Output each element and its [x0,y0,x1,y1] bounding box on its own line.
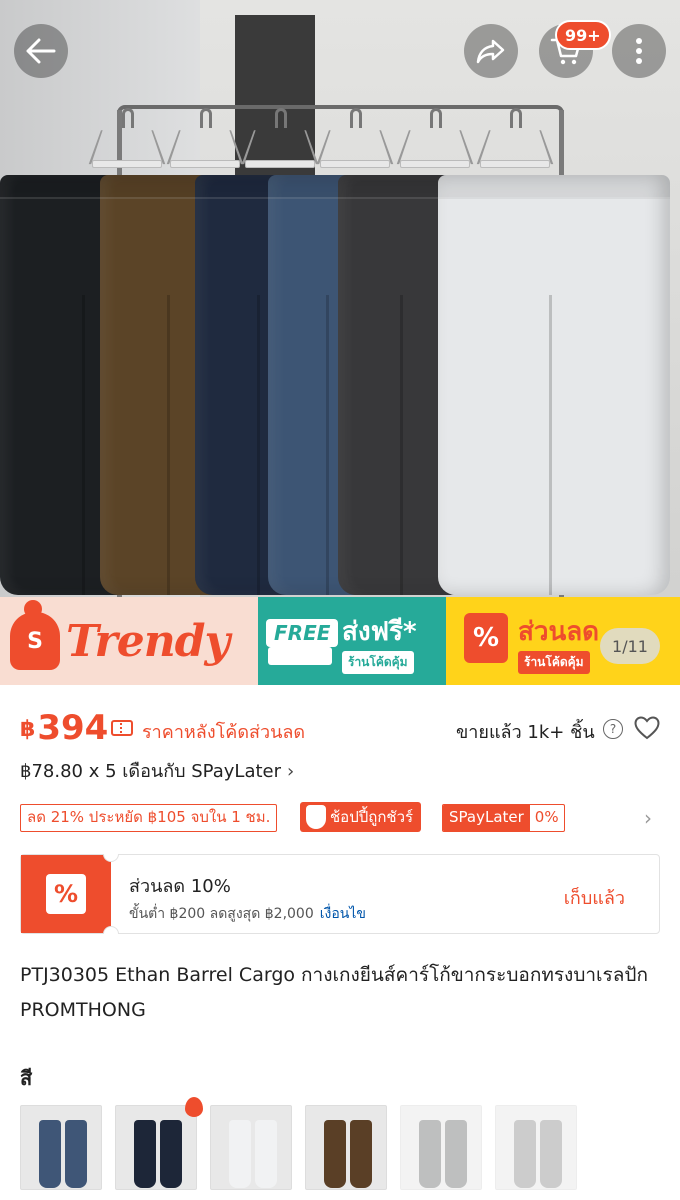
spaylater-rate: 0% [534,808,559,826]
color-swatch[interactable] [115,1105,197,1190]
swatch-jeans-leg [160,1120,182,1188]
favorite-heart-icon[interactable] [634,716,660,740]
flash-discount-tag: ลด 21% ประหยัด ฿105 จบใน 1 ชม. [20,804,278,832]
swatch-jeans-leg [419,1120,441,1188]
hanger [241,108,319,168]
color-swatch[interactable] [210,1105,292,1190]
spaylater-installment[interactable]: ฿78.80 x 5 เดือนกับ SPayLater › [20,756,294,785]
swatch-jeans-leg [324,1120,346,1188]
color-swatch [495,1105,577,1190]
voucher-title: ส่วนลด 10% [129,876,231,897]
swatch-jeans-leg [39,1120,61,1188]
spaylater-label: SPayLater [443,805,530,831]
free-shipping-title: ส่งฟรี* [342,617,417,647]
swatch-jeans-leg [255,1120,277,1188]
free-shipping-subtitle: ร้านโค้ดคุ้ม [342,651,414,674]
price-row: ฿394 ราคาหลังโค้ดส่วนลด ขายแล้ว 1k+ ชิ้น… [20,706,660,750]
voucher-terms-link[interactable]: เงื่อนไข [320,906,366,922]
color-swatch-list [20,1097,680,1190]
voucher-condition-text: ขั้นต่ำ ฿200 ลดสูงสุด ฿2,000 [129,906,314,922]
discount-shop-icon: % [464,613,508,663]
swatch-jeans-leg [350,1120,372,1188]
product-title: PTJ30305 Ethan Barrel Cargo กางเกงยีนส์ค… [20,964,648,1021]
sold-count: ขายแล้ว 1k+ ชิ้น [456,722,595,743]
voucher-claimed-button[interactable]: เก็บแล้ว [564,883,625,912]
spaylater-tag: SPayLater 0% [442,804,565,832]
voucher-icon-panel: % [21,855,111,933]
hanger [88,108,166,168]
trendy-logo: S Trendy [10,605,250,677]
installment-text: ฿78.80 x 5 เดือนกับ SPayLater [20,761,281,782]
hanger [166,108,244,168]
swatch-jeans-leg [540,1120,562,1188]
hanger [316,108,394,168]
price-amount: 394 [37,708,109,748]
color-swatch [400,1105,482,1190]
image-counter: 1/11 [600,628,660,664]
free-shipping-badge: FREE ส่งฟรี* ร้านโค้ดคุ้ม [258,597,446,685]
discount-title: ส่วนลด [518,617,600,647]
product-image-gallery[interactable]: S Trendy FREE ส่งฟรี* ร้านโค้ดคุ้ม % ส่ว… [0,0,680,685]
shop-voucher-card: % ส่วนลด 10% ขั้นต่ำ ฿200 ลดสูงสุด ฿2,00… [20,854,660,934]
color-swatch[interactable] [305,1105,387,1190]
white-jeans [438,175,670,595]
hot-flame-icon [185,1097,203,1117]
voucher-notch [103,926,119,934]
shopee-bag-icon: S [10,612,60,670]
swatch-jeans-leg [445,1120,467,1188]
promo-tags-row[interactable]: ลด 21% ประหยัด ฿105 จบใน 1 ชม. ช้อปปี้ถู… [20,802,660,834]
share-button[interactable] [464,24,518,78]
cart-count-badge: 99+ [555,20,611,50]
guarantee-label: ช้อปปี้ถูกชัวร์ [330,808,414,826]
hanger [476,108,554,168]
price-after-code-label: ราคาหลังโค้ดส่วนลด [142,722,306,743]
product-price: ฿394 [20,706,108,752]
color-swatch[interactable] [20,1105,102,1190]
coupon-icon [111,720,133,736]
promo-banner: S Trendy FREE ส่งฟรี* ร้านโค้ดคุ้ม % ส่ว… [0,597,680,685]
swatch-jeans-leg [514,1120,536,1188]
swatch-jeans-leg [134,1120,156,1188]
currency-symbol: ฿ [20,717,36,742]
more-icon [636,38,642,64]
shield-icon [306,805,326,829]
chevron-right-icon: › [287,761,295,782]
hanger [396,108,474,168]
back-button[interactable] [14,24,68,78]
voucher-conditions: ขั้นต่ำ ฿200 ลดสูงสุด ฿2,000 เงื่อนไข [129,903,366,925]
swatch-jeans-leg [229,1120,251,1188]
help-icon[interactable]: ? [603,719,623,739]
voucher-percent-icon: % [46,874,86,914]
truck-icon [268,647,332,665]
swatch-jeans-leg [65,1120,87,1188]
trendy-text: Trendy [66,615,230,667]
chevron-right-icon: › [644,806,652,830]
lowest-price-guarantee-tag: ช้อปปี้ถูกชัวร์ [300,802,422,832]
free-label: FREE [266,619,339,647]
share-icon [476,39,505,64]
more-options-button[interactable] [612,24,666,78]
variant-label: สี [20,1066,33,1090]
discount-subtitle: ร้านโค้ดคุ้ม [518,651,590,674]
back-arrow-icon [26,38,56,64]
